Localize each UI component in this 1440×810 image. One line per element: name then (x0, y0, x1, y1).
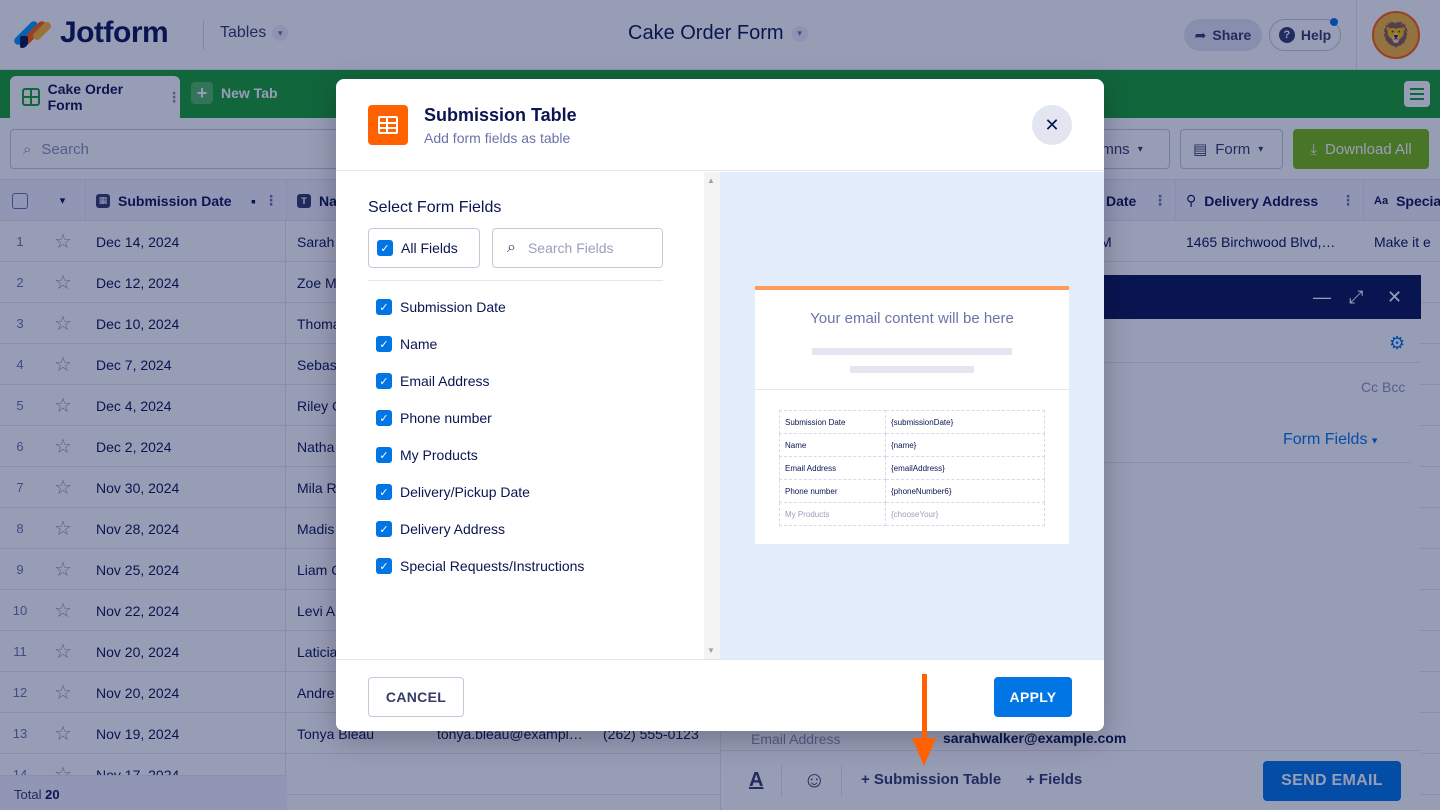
search-icon: ⌕ (507, 239, 516, 256)
field-checkbox-item[interactable]: ✓ My Products (376, 445, 478, 465)
field-selector-panel: Select Form Fields ✓ All Fields ⌕ Search… (336, 172, 704, 659)
search-fields-input[interactable]: ⌕ Search Fields (492, 228, 663, 268)
field-checkbox-item[interactable]: ✓ Submission Date (376, 297, 506, 317)
table-icon (368, 105, 408, 145)
field-list-scrollbar[interactable]: ▲ ▼ (704, 172, 720, 659)
preview-title: Your email content will be here (810, 310, 1014, 327)
preview-field-name: Phone number (779, 479, 886, 503)
field-label: Delivery/Pickup Date (400, 484, 530, 500)
preview-field-name: Name (779, 433, 886, 457)
email-preview-card: Your email content will be here Submissi… (755, 286, 1069, 544)
field-label: Delivery Address (400, 521, 506, 537)
scroll-down-icon[interactable]: ▼ (707, 646, 715, 655)
checkmark-icon: ✓ (376, 447, 392, 463)
preview-table-row: Email Address {emailAddress} (779, 456, 1045, 480)
apply-button[interactable]: APPLY (994, 677, 1072, 717)
preview-field-token: {phoneNumber6} (885, 479, 1045, 503)
checkmark-icon: ✓ (376, 521, 392, 537)
field-checkbox-item[interactable]: ✓ Delivery/Pickup Date (376, 482, 530, 502)
checkmark-icon: ✓ (376, 410, 392, 426)
checkmark-icon: ✓ (376, 373, 392, 389)
field-checkbox-item[interactable]: ✓ Phone number (376, 408, 492, 428)
modal-subtitle: Add form fields as table (424, 130, 571, 146)
field-label: Submission Date (400, 299, 506, 315)
field-label: Email Address (400, 373, 490, 389)
field-label: Phone number (400, 410, 492, 426)
checkmark-icon: ✓ (376, 484, 392, 500)
field-checkbox-item[interactable]: ✓ Name (376, 334, 437, 354)
preview-field-name: My Products (779, 502, 886, 526)
search-fields-placeholder: Search Fields (527, 240, 614, 256)
preview-field-name: Email Address (779, 456, 886, 480)
scroll-up-icon[interactable]: ▲ (707, 176, 715, 185)
all-fields-label: All Fields (401, 240, 458, 256)
checkmark-icon: ✓ (376, 336, 392, 352)
preview-table-row: Phone number {phoneNumber6} (779, 479, 1045, 503)
field-checkbox-item[interactable]: ✓ Email Address (376, 371, 489, 391)
all-fields-checkbox[interactable]: ✓ All Fields (368, 228, 480, 268)
preview-table-row: Submission Date {submissionDate} (779, 410, 1045, 434)
modal-close-button[interactable]: ✕ (1032, 105, 1072, 145)
modal-title: Submission Table (424, 105, 577, 125)
checkmark-icon: ✓ (376, 558, 392, 574)
divider (368, 280, 663, 281)
field-label: Name (400, 336, 438, 352)
annotation-arrow-icon (912, 738, 936, 766)
submission-table-modal: Submission Table Add form fields as tabl… (336, 79, 1104, 731)
field-checkbox-item[interactable]: ✓ Special Requests/Instructions (376, 556, 584, 576)
checkmark-icon: ✓ (377, 240, 393, 256)
preview-table: Submission Date {submissionDate} Name {name… (779, 410, 1045, 526)
preview-field-token: {name} (885, 433, 1045, 457)
preview-field-token: {submissionDate} (885, 410, 1045, 434)
preview-table-row: My Products {chooseYour} (779, 502, 1045, 526)
cancel-button[interactable]: CANCEL (368, 677, 464, 717)
divider (755, 389, 1069, 390)
checkmark-icon: ✓ (376, 299, 392, 315)
annotation-arrow-shaft (922, 674, 927, 742)
modal-footer: CANCEL APPLY (336, 659, 1104, 731)
preview-field-name: Submission Date (779, 410, 886, 434)
preview-field-token: {chooseYour} (885, 502, 1045, 526)
preview-field-token: {emailAddress} (885, 456, 1045, 480)
select-fields-title: Select Form Fields (368, 199, 502, 216)
field-checkbox-item[interactable]: ✓ Delivery Address (376, 519, 505, 539)
placeholder-bar (812, 348, 1012, 355)
preview-table-row: Name {name} (779, 433, 1045, 457)
placeholder-bar (850, 366, 974, 373)
field-label: My Products (400, 447, 478, 463)
field-label: Special Requests/Instructions (400, 558, 585, 574)
email-preview-panel: Your email content will be here Submissi… (720, 172, 1104, 659)
modal-header: Submission Table Add form fields as tabl… (336, 79, 1104, 171)
close-icon: ✕ (1044, 114, 1060, 135)
